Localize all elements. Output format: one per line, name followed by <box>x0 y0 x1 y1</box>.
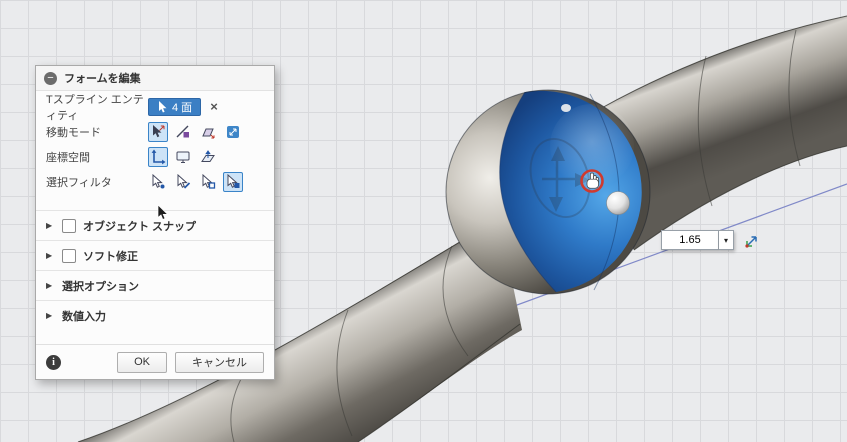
dialog-body: Tスプライン エンティティ 4 面 × 移動モード 座標空間 選択フィルタ ▶ … <box>36 91 274 330</box>
soft-edit-checkbox[interactable] <box>62 248 76 263</box>
filter-edge-button[interactable] <box>173 172 193 192</box>
selection-options-section[interactable]: ▶ 選択オプション <box>36 270 274 300</box>
coord-space-view-button[interactable] <box>173 147 193 167</box>
dialog-title: フォームを編集 <box>64 73 141 85</box>
manipulator-toggle-icon <box>745 236 757 248</box>
selection-options-label: 選択オプション <box>62 280 139 293</box>
info-icon[interactable]: i <box>46 354 61 370</box>
object-snap-checkbox[interactable] <box>62 218 76 233</box>
expand-arrow-icon[interactable]: ▶ <box>46 281 55 290</box>
move-mode-transform-button[interactable] <box>223 122 243 142</box>
move-free-icon <box>153 124 165 137</box>
manipulator-ball-handle[interactable] <box>606 191 630 215</box>
ok-button[interactable]: OK <box>117 351 167 373</box>
move-mode-edge-button[interactable] <box>173 122 193 142</box>
entity-selection-count: 4 面 <box>172 101 193 114</box>
entity-selection-chip[interactable]: 4 面 <box>148 97 202 116</box>
transform-grid-icon <box>227 125 239 138</box>
select-cursor-icon <box>159 100 167 112</box>
tspline-entity-label: Tスプライン エンティティ <box>46 93 144 122</box>
view-screen-icon <box>176 151 190 163</box>
distance-dropdown-button[interactable]: ▾ <box>719 230 734 250</box>
filter-body-icon <box>227 173 240 188</box>
soft-edit-label: ソフト修正 <box>83 250 138 263</box>
world-axes-icon <box>151 149 166 164</box>
filter-face-button[interactable] <box>198 172 218 192</box>
selection-filter-row: 選択フィルタ <box>36 169 274 194</box>
distance-input[interactable] <box>661 230 719 250</box>
expand-arrow-icon[interactable]: ▶ <box>46 221 55 230</box>
distance-field-group: ▾ <box>661 229 763 251</box>
coord-space-local-button[interactable] <box>198 147 218 167</box>
object-snap-section[interactable]: ▶ オブジェクト スナップ <box>36 210 274 240</box>
coord-space-world-button[interactable] <box>148 146 168 167</box>
dialog-title-bar[interactable]: − フォームを編集 <box>36 66 274 91</box>
move-mode-free-button[interactable] <box>148 121 168 142</box>
filter-body-button[interactable] <box>223 171 243 192</box>
coord-space-row: 座標空間 <box>36 144 274 169</box>
filter-face-icon <box>202 173 216 189</box>
move-face-icon <box>202 128 215 138</box>
clear-selection-button[interactable]: × <box>210 100 218 113</box>
move-mode-label: 移動モード <box>46 126 101 139</box>
coord-space-label: 座標空間 <box>46 151 90 164</box>
expand-arrow-icon[interactable]: ▶ <box>46 311 55 320</box>
manipulator-toggle-button[interactable] <box>741 229 763 251</box>
collapse-icon[interactable]: − <box>44 71 57 85</box>
soft-edit-section[interactable]: ▶ ソフト修正 <box>36 240 274 270</box>
object-snap-label: オブジェクト スナップ <box>83 220 197 233</box>
local-plane-icon <box>201 149 215 162</box>
caret-down-icon: ▾ <box>723 235 728 245</box>
cancel-button[interactable]: キャンセル <box>175 351 264 373</box>
dialog-footer: i OK キャンセル <box>36 344 274 379</box>
move-mode-row: 移動モード <box>36 119 274 144</box>
expand-arrow-icon[interactable]: ▶ <box>46 251 55 260</box>
pointer-cursor-icon <box>157 205 169 220</box>
numeric-input-label: 数値入力 <box>62 310 106 323</box>
manipulator-point[interactable] <box>561 104 571 112</box>
numeric-input-section[interactable]: ▶ 数値入力 <box>36 300 274 330</box>
selection-filter-label: 選択フィルタ <box>46 176 112 189</box>
move-mode-face-button[interactable] <box>198 122 218 142</box>
filter-vertex-button[interactable] <box>148 172 168 192</box>
filter-edge-icon <box>177 173 191 189</box>
filter-vertex-icon <box>152 173 165 188</box>
edit-form-dialog: − フォームを編集 Tスプライン エンティティ 4 面 × 移動モード 座標空間… <box>35 65 275 380</box>
move-edge-icon <box>176 125 189 137</box>
tspline-entity-row: Tスプライン エンティティ 4 面 × <box>36 94 274 122</box>
